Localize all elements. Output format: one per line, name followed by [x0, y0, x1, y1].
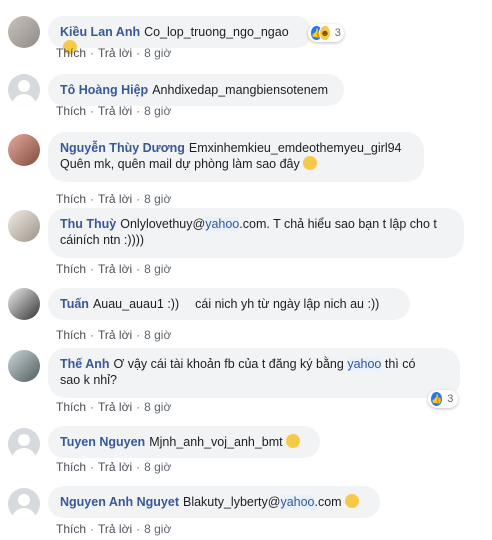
separator: ·	[136, 192, 141, 206]
reply-button[interactable]: Trả lời	[98, 328, 132, 342]
comment-actions: Thích · Trả lời · 8 giờ	[56, 522, 171, 536]
comment-text: Ơ vậy cái tài khoản fb của t đăng ký bằn…	[113, 357, 344, 371]
separator: ·	[90, 104, 95, 118]
comment-text: Emxinhemkieu_emdeothemyeu_girl94	[188, 141, 402, 155]
comment-text: cái nich yh từ ngày lập nich au :))	[195, 297, 380, 311]
like-button[interactable]: Thích	[56, 328, 86, 342]
timestamp[interactable]: 8 giờ	[144, 328, 171, 342]
like-button[interactable]: Thích	[56, 104, 86, 118]
separator: ·	[90, 46, 95, 60]
comment-text: Co_lop_truong_ngo_ngao	[144, 25, 289, 39]
comment-actions: Thích · Trả lời · 8 giờ	[56, 328, 171, 342]
reaction-summary[interactable]: 👍 3	[428, 390, 458, 408]
comment-text: thì có	[384, 357, 416, 371]
comment-actions: Thích · Trả lời · 8 giờ	[56, 192, 171, 206]
separator: ·	[136, 104, 141, 118]
commenter-name[interactable]: Thu Thuỳ	[60, 217, 116, 231]
reply-button[interactable]: Trả lời	[98, 46, 132, 60]
reply-button[interactable]: Trả lời	[98, 104, 132, 118]
separator: ·	[136, 522, 141, 536]
comment-bubble: Thế Anh Ơ vậy cái tài khoản fb của t đăng…	[48, 348, 460, 398]
comment-actions: Thích · Trả lời · 8 giờ	[56, 460, 171, 474]
comment-text: Onlylovethuy@	[120, 217, 206, 231]
comment-bubble: Nguyen Anh Nguyet Blakuty_lyberty@yahoo.c…	[48, 486, 380, 518]
commenter-name[interactable]: Thế Anh	[60, 357, 110, 371]
commenter-name[interactable]: Nguyen Anh Nguyet	[60, 495, 179, 509]
sad-emoji-icon	[302, 156, 317, 170]
timestamp[interactable]: 8 giờ	[144, 192, 171, 206]
comment-actions: Thích · Trả lời · 8 giờ	[56, 104, 171, 118]
comment-text: .com	[314, 495, 342, 509]
comment-text: Auau_auau1 :))	[92, 297, 180, 311]
separator: ·	[136, 46, 141, 60]
like-button[interactable]: Thích	[56, 262, 86, 276]
reaction-summary[interactable]: 👍 ☻ 3	[308, 24, 344, 42]
timestamp[interactable]: 8 giờ	[144, 460, 171, 474]
comment-text: sao k nhỉ?	[60, 373, 117, 387]
avatar[interactable]	[8, 350, 40, 382]
separator: ·	[90, 192, 95, 206]
timestamp[interactable]: 8 giờ	[144, 262, 171, 276]
commenter-name[interactable]: Tuyen Nguyen	[60, 435, 145, 449]
separator: ·	[90, 460, 95, 474]
avatar[interactable]	[8, 428, 40, 460]
comment-actions: Thích · Trả lời · 8 giờ	[56, 400, 171, 414]
avatar[interactable]	[8, 134, 40, 166]
comment-actions: Thích · Trả lời · 8 giờ	[56, 262, 171, 276]
comment-text: .com. T chả hiểu sao bạn t lập cho t	[239, 217, 437, 231]
like-icon: 👍	[430, 391, 444, 407]
commenter-name[interactable]: Nguyễn Thùy Dương	[60, 141, 185, 155]
separator: ·	[90, 262, 95, 276]
avatar[interactable]	[8, 210, 40, 242]
timestamp[interactable]: 8 giờ	[144, 46, 171, 60]
timestamp[interactable]: 8 giờ	[144, 104, 171, 118]
separator: ·	[136, 328, 141, 342]
reaction-count: 3	[447, 393, 454, 405]
yahoo-link[interactable]: yahoo	[205, 217, 240, 231]
comment-text: Mjnh_anh_voj_anh_bmt	[149, 435, 283, 449]
like-button[interactable]: Thích	[56, 400, 86, 414]
confused-emoji-icon	[285, 434, 300, 448]
separator: ·	[136, 400, 141, 414]
timestamp[interactable]: 8 giờ	[144, 400, 171, 414]
comment-text: cáiních ntn :))))	[60, 233, 145, 247]
comment-bubble: Thu Thuỳ Onlylovethuy@yahoo.com. T chả hi…	[48, 208, 464, 258]
commenter-name[interactable]: Tô Hoàng Hiệp	[60, 83, 148, 97]
yahoo-link[interactable]: yahoo	[280, 495, 315, 509]
like-button[interactable]: Thích	[56, 460, 86, 474]
separator: ·	[90, 400, 95, 414]
comment-bubble: Nguyễn Thùy Dương Emxinhemkieu_emdeothemy…	[48, 132, 424, 182]
timestamp[interactable]: 8 giờ	[144, 522, 171, 536]
separator: ·	[90, 328, 95, 342]
commenter-name[interactable]: Tuấn	[60, 297, 89, 311]
comment-text: Blakuty_lyberty@	[182, 495, 281, 509]
crying-emoji-icon	[344, 494, 359, 508]
comment-bubble: Tô Hoàng Hiệp Anhdixedap_mangbiensotenem	[48, 74, 344, 106]
separator: ·	[136, 460, 141, 474]
yahoo-link[interactable]: yahoo	[347, 357, 382, 371]
haha-icon: ☻	[319, 25, 331, 41]
reply-button[interactable]: Trả lời	[98, 460, 132, 474]
comment-text: Anhdixedap_mangbiensotenem	[152, 83, 329, 97]
comment-bubble: Kiều Lan Anh Co_lop_truong_ngo_ngao	[48, 16, 312, 54]
like-button[interactable]: Thích	[56, 46, 86, 60]
comment-actions: Thích · Trả lời · 8 giờ	[56, 46, 171, 60]
reply-button[interactable]: Trả lời	[98, 192, 132, 206]
reply-button[interactable]: Trả lời	[98, 522, 132, 536]
reply-button[interactable]: Trả lời	[98, 262, 132, 276]
like-button[interactable]: Thích	[56, 192, 86, 206]
avatar[interactable]	[8, 288, 40, 320]
comment-bubble: Tuyen Nguyen Mjnh_anh_voj_anh_bmt	[48, 426, 320, 458]
avatar[interactable]	[8, 74, 40, 106]
comment-bubble: Tuấn Auau_auau1 :)) cái nich yh từ ngày lậ…	[48, 288, 410, 320]
separator: ·	[136, 262, 141, 276]
commenter-name[interactable]: Kiều Lan Anh	[60, 25, 140, 39]
avatar[interactable]	[8, 488, 40, 520]
separator: ·	[90, 522, 95, 536]
reaction-count: 3	[334, 27, 341, 39]
comment-text: Quên mk, quên mail dự phòng làm sao đây	[60, 157, 300, 171]
avatar[interactable]	[8, 16, 40, 48]
reply-button[interactable]: Trả lời	[98, 400, 132, 414]
like-button[interactable]: Thích	[56, 522, 86, 536]
